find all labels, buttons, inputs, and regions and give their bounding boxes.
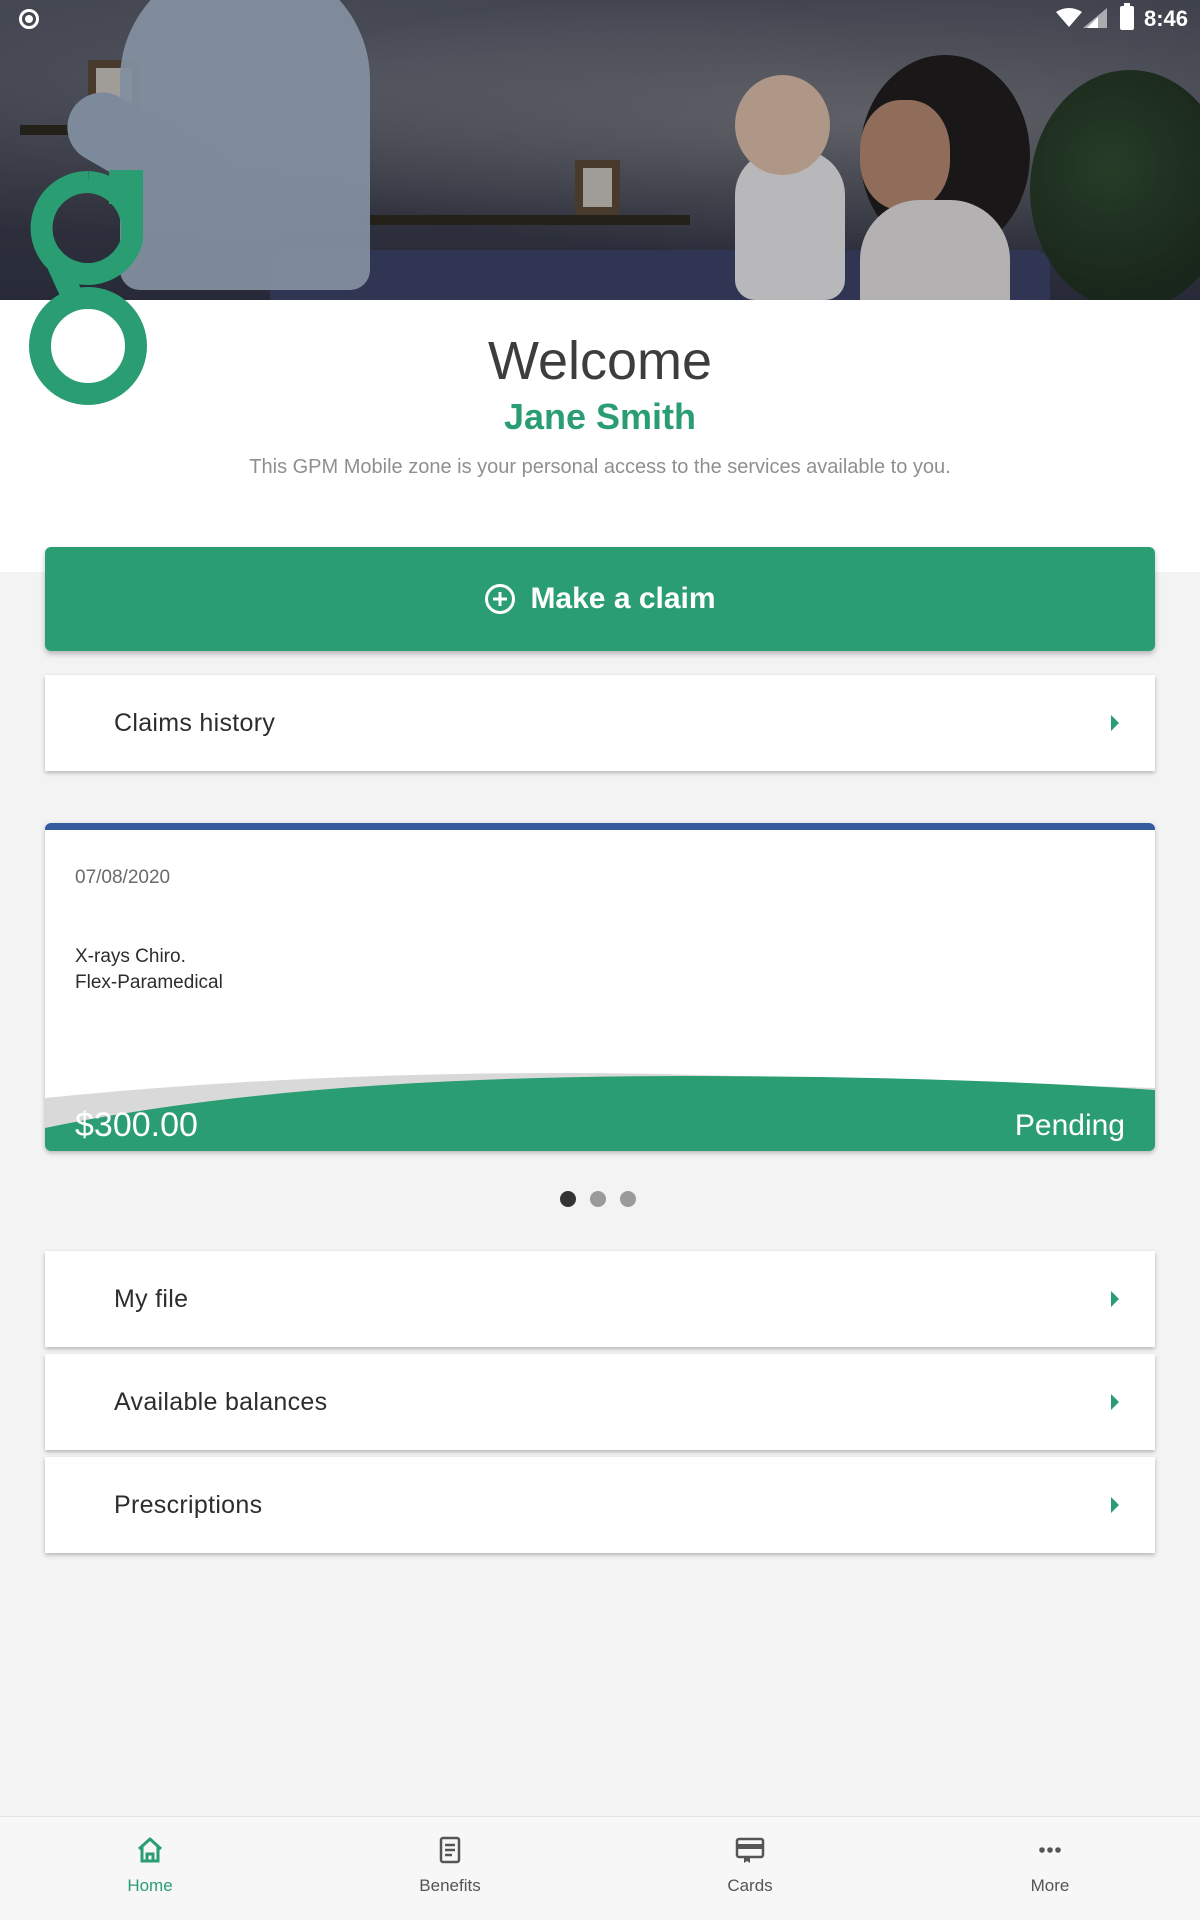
card-icon <box>735 1837 765 1863</box>
welcome-description: This GPM Mobile zone is your personal ac… <box>249 456 951 478</box>
nav-more[interactable]: More <box>900 1817 1200 1920</box>
home-icon <box>137 1837 163 1863</box>
signal-icon <box>1083 8 1107 28</box>
prescriptions-label: Prescriptions <box>114 1490 263 1519</box>
nav-cards-label: Cards <box>727 1876 773 1895</box>
bottom-navigation: Home Benefits Cards More <box>0 1816 1200 1920</box>
page-title: Welcome <box>487 331 713 391</box>
nav-more-label: More <box>1030 1876 1070 1895</box>
available-balances-label: Available balances <box>114 1387 328 1416</box>
carousel-pager <box>560 1191 636 1207</box>
nav-benefits-label: Benefits <box>419 1876 481 1895</box>
nav-benefits[interactable]: Benefits <box>300 1817 600 1920</box>
pager-dot[interactable] <box>590 1191 606 1207</box>
claim-category: Flex-Paramedical <box>75 972 223 993</box>
claim-amount: $300.00 <box>75 1106 198 1144</box>
hero-photo <box>0 0 1200 300</box>
claim-card[interactable]: 07/08/2020 X-rays Chiro. Flex-Paramedica… <box>45 823 1155 1151</box>
available-balances-row[interactable]: Available balances <box>45 1354 1155 1450</box>
nav-home-label: Home <box>127 1876 173 1895</box>
make-claim-label: Make a claim <box>530 582 716 615</box>
my-file-label: My file <box>114 1284 189 1313</box>
chevron-right-icon <box>1111 715 1119 731</box>
claim-description: X-rays Chiro. <box>75 946 186 967</box>
document-icon <box>439 1836 461 1864</box>
claims-history-label: Claims history <box>114 708 276 737</box>
pager-dot[interactable] <box>620 1191 636 1207</box>
nav-home[interactable]: Home <box>0 1817 300 1920</box>
claim-status: Pending <box>1014 1109 1125 1142</box>
prescriptions-row[interactable]: Prescriptions <box>45 1457 1155 1553</box>
user-name: Jane Smith <box>503 396 697 437</box>
wifi-icon <box>1056 8 1082 27</box>
battery-icon <box>1120 3 1134 30</box>
status-bar: 8:46 <box>0 0 1200 36</box>
chevron-right-icon <box>1111 1497 1119 1513</box>
claims-history-row[interactable]: Claims history <box>45 675 1155 771</box>
add-circle-icon <box>485 584 516 614</box>
chevron-right-icon <box>1111 1394 1119 1410</box>
pager-dot[interactable] <box>560 1191 576 1207</box>
claim-date: 07/08/2020 <box>75 867 171 888</box>
chevron-right-icon <box>1111 1291 1119 1307</box>
make-claim-button[interactable]: Make a claim <box>45 547 1155 651</box>
status-time: 8:46 <box>1144 6 1189 31</box>
more-icon <box>1039 1847 1061 1853</box>
my-file-row[interactable]: My file <box>45 1251 1155 1347</box>
nav-cards[interactable]: Cards <box>600 1817 900 1920</box>
card-wave-decoration <box>45 1073 1155 1151</box>
notification-dot-icon <box>19 9 39 29</box>
